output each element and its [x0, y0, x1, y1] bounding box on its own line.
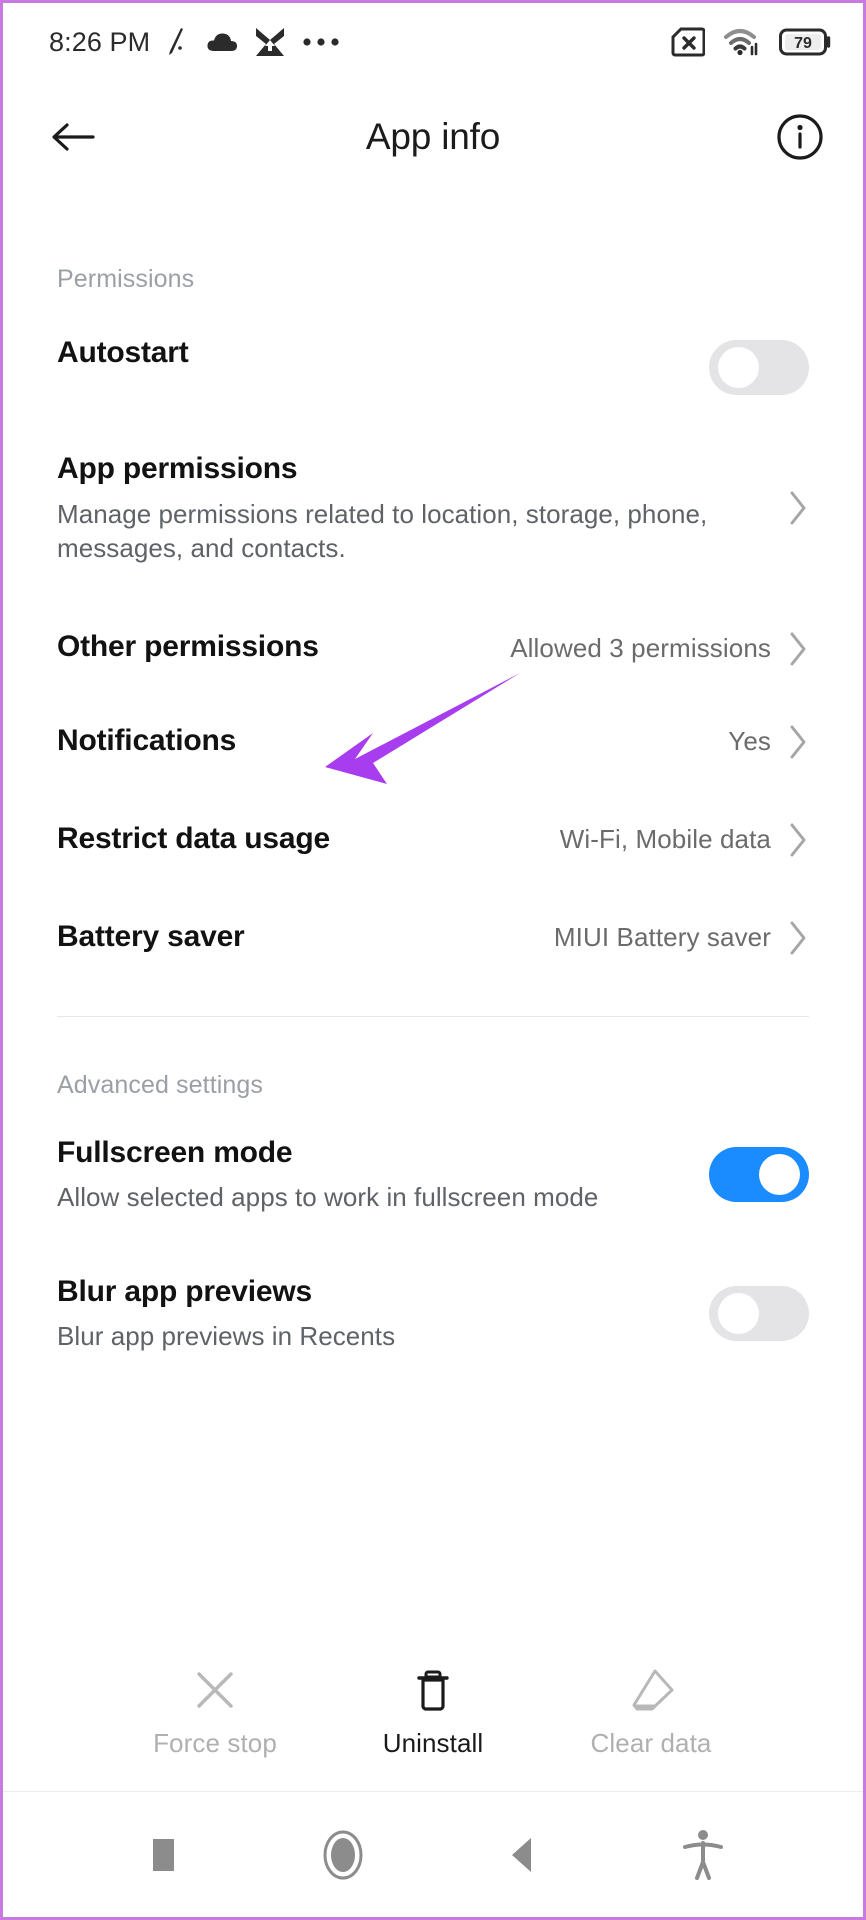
section-label-permissions: Permissions	[57, 265, 195, 293]
clear-data-button[interactable]: Clear data	[581, 1664, 721, 1759]
action-bar: Force stop Uninstall Clear data	[3, 1631, 863, 1791]
back-button-nav[interactable]	[483, 1815, 563, 1895]
phone-screen: 8:26 PM 79 App info Permissions Autostar…	[0, 0, 866, 1920]
row-main: Other permissions	[57, 628, 510, 666]
row-main: Restrict data usage	[57, 820, 560, 858]
row-restrict-data-usage[interactable]: Restrict data usage Wi-Fi, Mobile data	[57, 776, 809, 874]
settings-list[interactable]: Permissions Autostart App permissions Ma…	[3, 193, 863, 1631]
toggle-knob	[718, 346, 759, 388]
eraser-icon	[632, 1669, 674, 1710]
row-main: Notifications	[57, 722, 728, 760]
dnd-slash-icon	[167, 27, 189, 57]
chevron-right-icon	[787, 629, 809, 669]
row-right: MIUI Battery saver	[554, 918, 809, 958]
trash-icon	[417, 1670, 449, 1711]
row-main: Battery saver	[57, 918, 554, 956]
no-sim-icon	[671, 27, 705, 57]
row-battery-saver[interactable]: Battery saver MIUI Battery saver	[57, 874, 809, 972]
blur-app-previews-toggle[interactable]	[709, 1285, 809, 1341]
status-bar-left: 8:26 PM	[49, 27, 340, 58]
row-subtitle: Manage permissions related to location, …	[57, 498, 708, 564]
chevron-right-icon	[787, 488, 809, 528]
uninstall-button[interactable]: Uninstall	[363, 1664, 503, 1759]
row-value: Allowed 3 permissions	[510, 633, 771, 664]
row-title: Blur app previews	[57, 1274, 313, 1308]
autostart-toggle[interactable]	[709, 339, 809, 395]
row-title: Battery saver	[57, 919, 245, 953]
row-fullscreen-mode[interactable]: Fullscreen mode Allow selected apps to w…	[57, 1126, 809, 1229]
row-title: Restrict data usage	[57, 821, 330, 855]
status-bar: 8:26 PM 79	[3, 3, 863, 81]
row-main	[57, 1412, 809, 1450]
back-button[interactable]	[43, 107, 103, 167]
fullscreen-mode-toggle[interactable]	[709, 1146, 809, 1202]
row-value: Wi-Fi, Mobile data	[559, 824, 771, 855]
overflow-dots-icon	[302, 37, 340, 47]
recents-square-icon	[153, 1838, 174, 1871]
row-title: Other permissions	[57, 629, 319, 663]
page-title: App info	[365, 116, 501, 157]
chevron-right-icon	[787, 820, 809, 860]
row-main: Blur app previews Blur app previews in R…	[57, 1273, 709, 1354]
close-x-icon	[197, 1671, 233, 1708]
section-label-advanced-settings: Advanced settings	[57, 1070, 263, 1099]
row-other-permissions[interactable]: Other permissions Allowed 3 permissions	[57, 596, 809, 684]
system-nav-bar	[3, 1791, 863, 1917]
status-bar-right: 79	[671, 27, 833, 57]
row-value: Yes	[728, 726, 771, 757]
toggle-knob	[759, 1153, 800, 1195]
row-title: Fullscreen mode	[57, 1135, 293, 1169]
download-envelope-icon	[255, 27, 285, 57]
action-label: Force stop	[153, 1727, 277, 1758]
row-title: Autostart	[57, 336, 189, 369]
row-main: Fullscreen mode Allow selected apps to w…	[57, 1134, 709, 1215]
action-label: Clear data	[590, 1727, 712, 1758]
row-blur-app-previews[interactable]: Blur app previews Blur app previews in R…	[57, 1229, 809, 1368]
battery-icon: 79	[779, 27, 833, 57]
info-icon	[777, 114, 823, 160]
row-autostart[interactable]: Autostart	[57, 326, 809, 414]
row-title	[57, 1412, 793, 1450]
app-header: App info	[3, 81, 863, 193]
row-main: App permissions Manage permissions relat…	[57, 450, 787, 566]
row-right: Allowed 3 permissions	[510, 629, 809, 669]
chevron-right-icon	[787, 918, 809, 958]
row-right: Yes	[728, 722, 809, 762]
row-subtitle: Allow selected apps to work in fullscree…	[57, 1182, 599, 1213]
home-circle-icon	[323, 1830, 363, 1879]
back-triangle-icon	[512, 1837, 531, 1872]
wifi-icon	[723, 27, 761, 57]
row-right: Wi-Fi, Mobile data	[560, 820, 809, 860]
chevron-right-icon	[787, 722, 809, 762]
cloud-icon	[206, 31, 238, 53]
back-arrow-icon	[52, 123, 95, 151]
toggle-knob	[718, 1292, 759, 1334]
row-title: App permissions	[57, 452, 298, 485]
force-stop-button[interactable]: Force stop	[145, 1664, 285, 1759]
home-button[interactable]	[303, 1815, 383, 1895]
row-clipped-next[interactable]	[57, 1368, 809, 1464]
status-time: 8:26 PM	[49, 26, 151, 57]
action-label: Uninstall	[382, 1727, 484, 1758]
battery-level-text: 79	[794, 35, 812, 52]
row-notifications[interactable]: Notifications Yes	[57, 684, 809, 776]
row-subtitle: Blur app previews in Recents	[57, 1321, 396, 1352]
accessibility-icon	[683, 1829, 723, 1880]
row-app-permissions[interactable]: App permissions Manage permissions relat…	[57, 414, 809, 596]
row-title: Notifications	[57, 723, 237, 757]
recents-button[interactable]	[123, 1815, 203, 1895]
accessibility-button[interactable]	[663, 1815, 743, 1895]
row-value: MIUI Battery saver	[553, 922, 771, 953]
row-main: Autostart	[57, 334, 709, 372]
info-button[interactable]	[771, 108, 829, 166]
